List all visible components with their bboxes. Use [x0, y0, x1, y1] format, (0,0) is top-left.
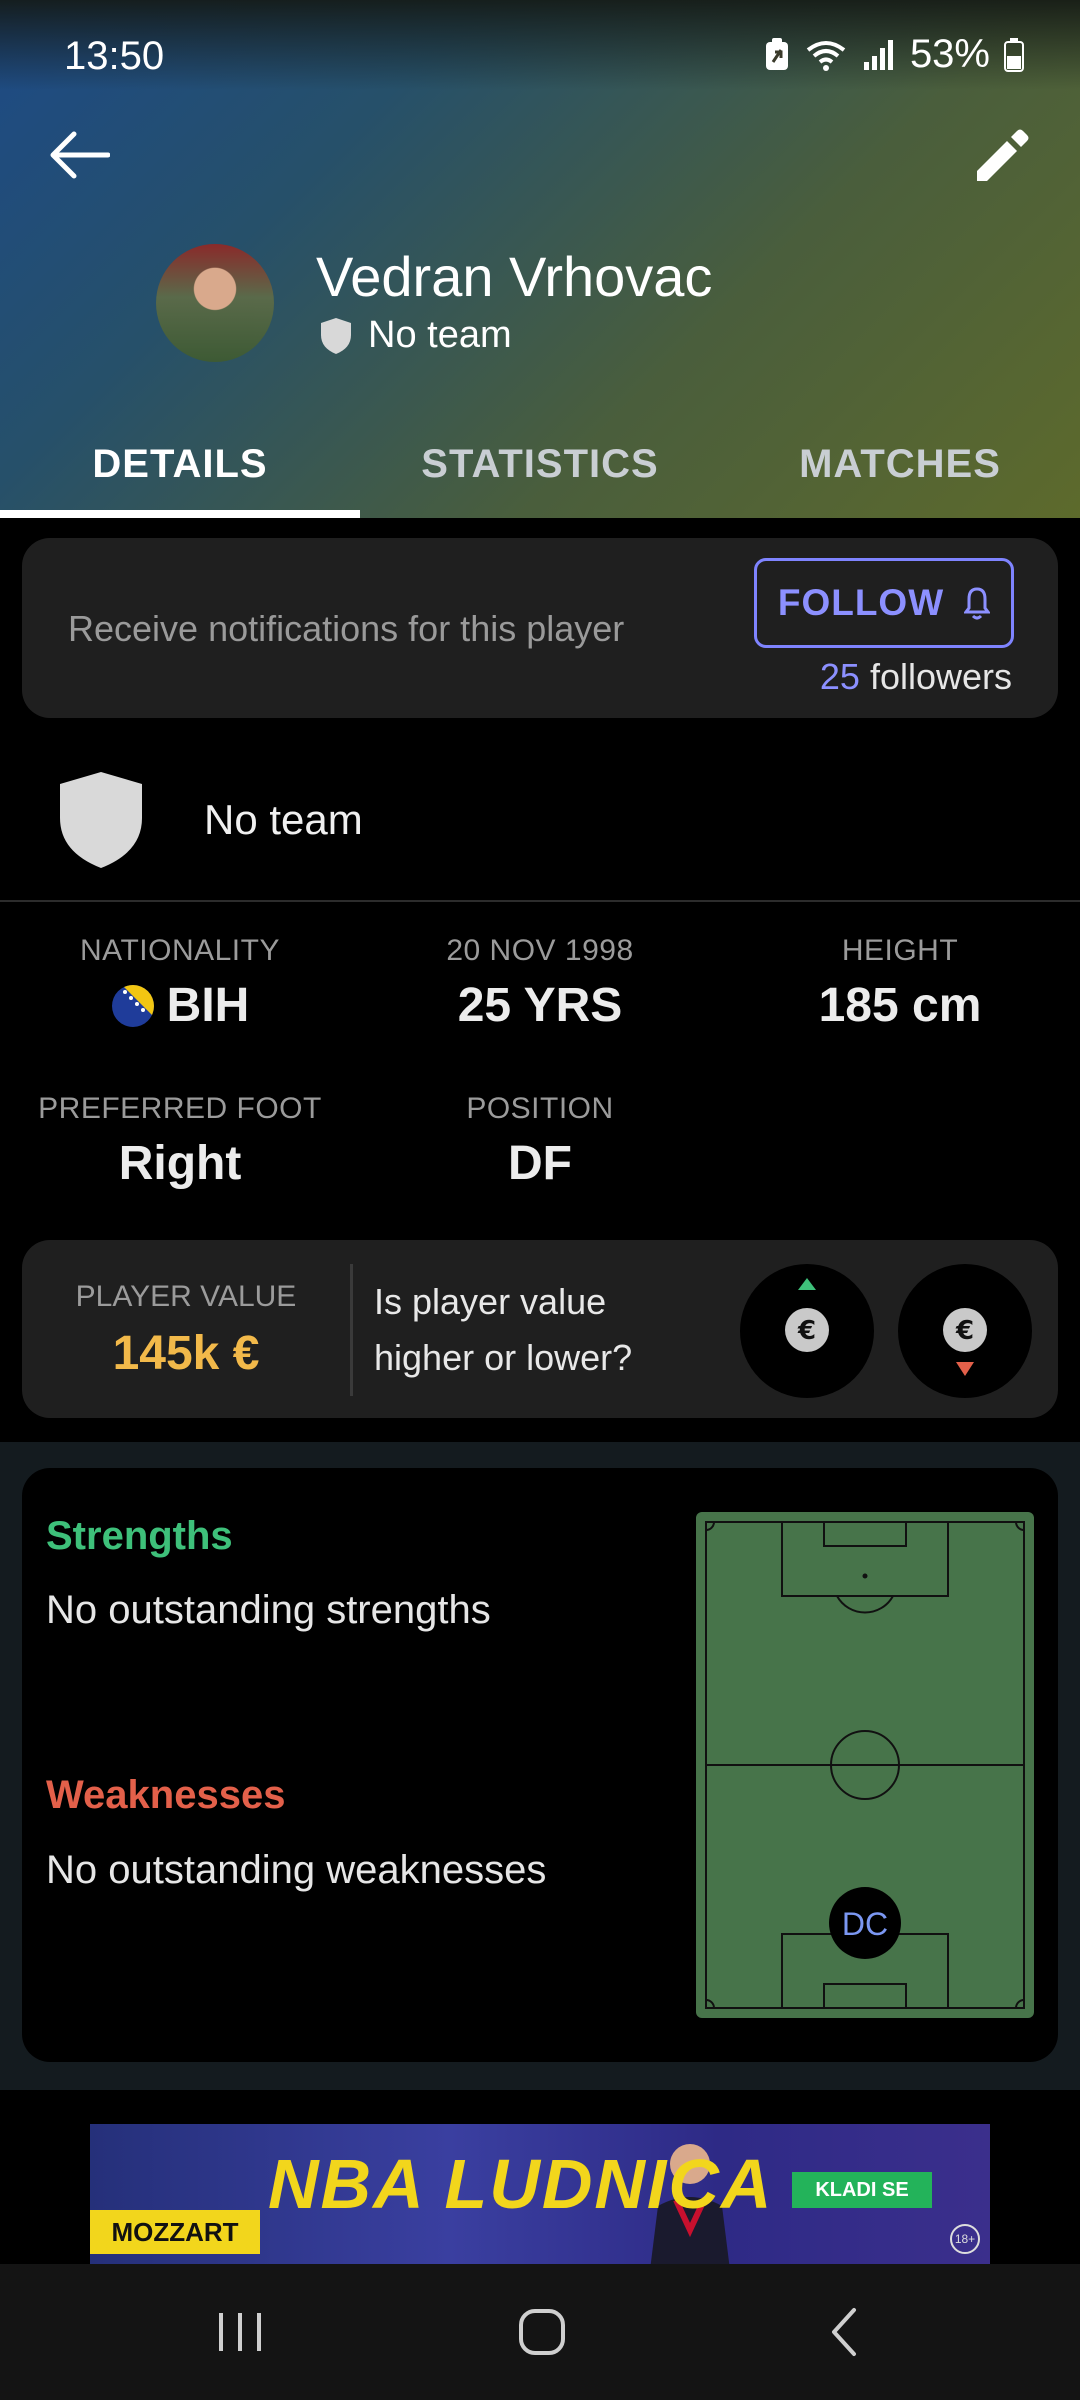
- euro-down-icon: €: [943, 1308, 987, 1376]
- followers-count: 25 followers: [820, 656, 1012, 698]
- euro-up-icon: €: [785, 1278, 829, 1352]
- bell-icon: [964, 587, 991, 620]
- player-name: Vedran Vrhovac: [316, 245, 713, 308]
- status-icons: 53%: [764, 32, 1024, 77]
- home-button[interactable]: [482, 2292, 602, 2372]
- info-nationality: NATIONALITY BIH: [0, 934, 360, 1033]
- svg-text:€: €: [955, 1316, 974, 1346]
- vote-higher-button[interactable]: €: [740, 1264, 874, 1398]
- age-value: 25 YRS: [457, 979, 623, 1032]
- strengths-text: No outstanding strengths: [46, 1588, 491, 1632]
- value-divider: [350, 1264, 353, 1396]
- foot-label: PREFERRED FOOT: [38, 1092, 322, 1125]
- player-value-question: Is player value higher or lower?: [374, 1281, 633, 1378]
- nationality-value: BIH: [166, 979, 250, 1032]
- tab-statistics[interactable]: STATISTICS: [360, 410, 720, 518]
- vote-lower-button[interactable]: €: [898, 1264, 1032, 1398]
- follow-button-label: FOLLOW: [777, 582, 945, 623]
- height-value: 185 cm: [818, 979, 982, 1032]
- tab-bar: DETAILS STATISTICS MATCHES: [0, 410, 1080, 518]
- player-team-label: No team: [368, 314, 512, 356]
- tab-matches[interactable]: MATCHES: [720, 410, 1080, 518]
- recent-apps-button[interactable]: [180, 2292, 300, 2372]
- ad-brand: MOZZART: [90, 2210, 260, 2254]
- battery-saver-icon: [765, 37, 788, 70]
- position-label: POSITION: [466, 1092, 614, 1125]
- info-age: 20 NOV 1998 25 YRS: [360, 934, 720, 1033]
- player-value-block: PLAYER VALUE 145k €: [22, 1240, 350, 1418]
- follow-card: Receive notifications for this player FO…: [22, 538, 1058, 718]
- info-height: HEIGHT 185 cm: [720, 934, 1080, 1033]
- arrow-left-icon: [50, 131, 110, 179]
- height-label: HEIGHT: [841, 934, 959, 967]
- ad-headline: NBA LUDNICA: [268, 2145, 774, 2223]
- back-nav-button[interactable]: [784, 2292, 904, 2372]
- status-bar: 13:50 53%: [0, 0, 1080, 88]
- team-row[interactable]: No team: [0, 740, 1080, 902]
- team-shield-icon: [60, 772, 142, 868]
- position-value: DF: [508, 1137, 572, 1190]
- recent-apps-icon: [219, 2313, 261, 2351]
- weaknesses-title: Weaknesses: [46, 1773, 286, 1817]
- ad-cta-button[interactable]: KLADI SE: [792, 2172, 932, 2208]
- pitch-diagram: DC: [696, 1512, 1034, 2018]
- signal-icon: [863, 39, 893, 70]
- foot-value: Right: [118, 1137, 242, 1190]
- svg-text:€: €: [797, 1316, 816, 1346]
- player-avatar: [156, 244, 274, 362]
- weaknesses-text: No outstanding weaknesses: [46, 1848, 547, 1892]
- wifi-icon: [806, 40, 846, 71]
- pencil-icon: [977, 129, 1029, 181]
- battery-icon: [1004, 37, 1024, 72]
- chevron-left-icon: [832, 2308, 856, 2356]
- edit-button[interactable]: [966, 120, 1036, 190]
- info-position: POSITION DF: [360, 1092, 720, 1191]
- team-row-label: No team: [204, 796, 363, 843]
- player-value-amount: 145k €: [112, 1327, 260, 1380]
- status-time: 13:50: [64, 34, 165, 78]
- nationality-label: NATIONALITY: [80, 934, 280, 967]
- flag-bih-icon: [111, 984, 154, 1027]
- followers-label: followers: [869, 656, 1012, 697]
- strengths-title: Strengths: [46, 1514, 233, 1558]
- ad-banner[interactable]: NBA LUDNICA MOZZART KLADI SE 18+: [90, 2124, 990, 2264]
- follow-prompt: Receive notifications for this player: [68, 608, 625, 649]
- dob-label: 20 NOV 1998: [446, 934, 634, 967]
- tab-details[interactable]: DETAILS: [0, 410, 360, 518]
- followers-number: 25: [819, 656, 860, 697]
- ad-age-badge: 18+: [950, 2224, 980, 2254]
- player-value-label: PLAYER VALUE: [75, 1280, 297, 1313]
- battery-percent: 53%: [909, 32, 990, 76]
- follow-button[interactable]: FOLLOW: [754, 558, 1014, 648]
- shield-icon: [321, 317, 351, 354]
- position-marker-label: DC: [842, 1906, 888, 1942]
- system-nav-bar: [0, 2264, 1080, 2400]
- home-icon: [519, 2309, 565, 2355]
- info-preferred-foot: PREFERRED FOOT Right: [0, 1092, 360, 1191]
- nationality-value-row: BIH: [0, 978, 360, 1033]
- back-button[interactable]: [44, 120, 114, 190]
- player-team-line[interactable]: No team: [320, 314, 512, 357]
- player-value-card: PLAYER VALUE 145k € Is player value high…: [22, 1240, 1058, 1418]
